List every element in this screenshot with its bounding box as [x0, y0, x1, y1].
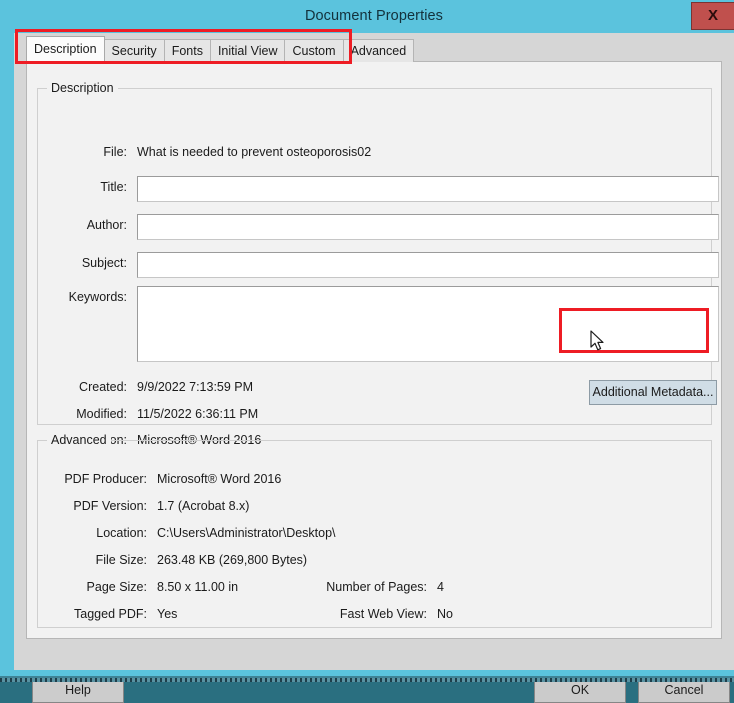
- additional-metadata-button[interactable]: Additional Metadata...: [589, 380, 717, 405]
- pdf-producer-label: PDF Producer:: [47, 472, 147, 486]
- fast-web-view-label: Fast Web View:: [307, 607, 427, 621]
- tabstrip: Description Security Fonts Initial View …: [26, 36, 413, 62]
- tab-description[interactable]: Description: [26, 36, 105, 62]
- dialog-body: Description Security Fonts Initial View …: [14, 33, 734, 670]
- subject-label: Subject:: [47, 256, 127, 270]
- page-size-value: 8.50 x 11.00 in: [157, 580, 238, 594]
- keywords-textarea[interactable]: [137, 286, 719, 362]
- created-value: 9/9/2022 7:13:59 PM: [137, 380, 253, 394]
- number-of-pages-label: Number of Pages:: [307, 580, 427, 594]
- dialog-title: Document Properties: [7, 0, 734, 33]
- title-label: Title:: [47, 180, 127, 194]
- tagged-pdf-value: Yes: [157, 607, 177, 621]
- modified-label: Modified:: [47, 407, 127, 421]
- pdf-version-label: PDF Version:: [47, 499, 147, 513]
- tab-page-description: Description File: What is needed to prev…: [26, 61, 722, 639]
- pdf-version-value: 1.7 (Acrobat 8.x): [157, 499, 249, 513]
- tab-advanced[interactable]: Advanced: [343, 39, 415, 62]
- pdf-producer-value: Microsoft® Word 2016: [157, 472, 281, 486]
- bottom-edge-artifact: [0, 676, 734, 682]
- author-label: Author:: [47, 218, 127, 232]
- created-label: Created:: [47, 380, 127, 394]
- file-size-value: 263.48 KB (269,800 Bytes): [157, 553, 307, 567]
- file-value: What is needed to prevent osteoporosis02: [137, 145, 371, 159]
- close-icon[interactable]: X: [691, 2, 734, 30]
- bottom-edge-pattern: [0, 678, 734, 682]
- number-of-pages-value: 4: [437, 580, 444, 594]
- document-properties-dialog: Document Properties X Description Securi…: [0, 0, 734, 676]
- page-size-label: Page Size:: [47, 580, 147, 594]
- fast-web-view-value: No: [437, 607, 453, 621]
- modified-value: 11/5/2022 6:36:11 PM: [137, 407, 258, 421]
- tagged-pdf-label: Tagged PDF:: [47, 607, 147, 621]
- dialog-titlebar: Document Properties X: [7, 0, 734, 33]
- tab-initial-view[interactable]: Initial View: [210, 39, 286, 62]
- tab-security[interactable]: Security: [104, 39, 165, 62]
- location-value: C:\Users\Administrator\Desktop\: [157, 526, 336, 540]
- tab-fonts[interactable]: Fonts: [164, 39, 211, 62]
- subject-input[interactable]: [137, 252, 719, 278]
- description-group-legend: Description: [47, 81, 118, 95]
- tab-custom[interactable]: Custom: [284, 39, 343, 62]
- file-label: File:: [47, 145, 127, 159]
- keywords-label: Keywords:: [47, 290, 127, 304]
- title-input[interactable]: [137, 176, 719, 202]
- author-input[interactable]: [137, 214, 719, 240]
- location-label: Location:: [47, 526, 147, 540]
- file-size-label: File Size:: [47, 553, 147, 567]
- advanced-group-legend: Advanced: [47, 433, 111, 447]
